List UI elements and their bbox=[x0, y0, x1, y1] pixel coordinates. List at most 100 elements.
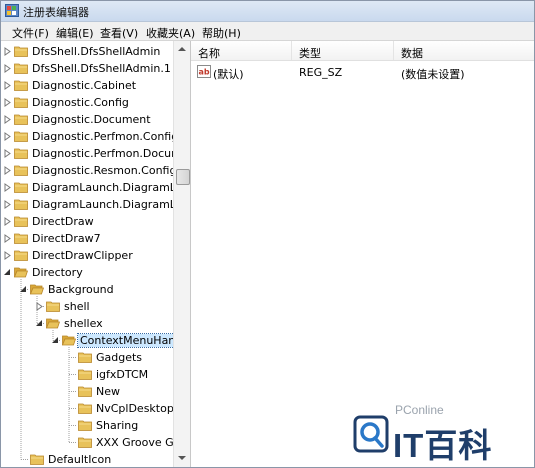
expand-arrow-icon[interactable] bbox=[3, 98, 12, 107]
folder-icon bbox=[14, 114, 28, 125]
folder-open-icon bbox=[46, 318, 60, 329]
tree-item[interactable]: DfsShell.DfsShellAdmin.1 bbox=[1, 60, 173, 77]
title-bar[interactable]: 注册表编辑器 bbox=[1, 1, 534, 22]
tree-item[interactable]: DirectDraw bbox=[1, 213, 173, 230]
tree-item-label: DirectDraw7 bbox=[32, 232, 101, 245]
folder-icon bbox=[14, 80, 28, 91]
menu-help[interactable]: 帮助(H) bbox=[202, 25, 241, 41]
menu-bar: 文件(F) 编辑(E) 查看(V) 收藏夹(A) 帮助(H) bbox=[1, 22, 534, 41]
tree-item[interactable]: DfsShell.DfsShellAdmin bbox=[1, 43, 173, 60]
folder-icon bbox=[46, 301, 60, 312]
tree-item-label: shell bbox=[64, 300, 90, 313]
collapse-arrow-icon[interactable] bbox=[19, 285, 28, 294]
menu-view[interactable]: 查看(V) bbox=[100, 25, 138, 41]
value-row[interactable]: ab (默认) REG_SZ (数值未设置) bbox=[191, 63, 534, 81]
folder-icon bbox=[78, 352, 92, 363]
tree-item[interactable]: Background bbox=[1, 281, 173, 298]
folder-icon bbox=[78, 369, 92, 380]
folder-icon bbox=[14, 233, 28, 244]
tree-item-label: Diagnostic.Perfmon.Docume bbox=[32, 147, 189, 160]
collapse-arrow-icon[interactable] bbox=[3, 268, 12, 277]
header-divider bbox=[191, 60, 534, 61]
tree-item[interactable]: Diagnostic.Document bbox=[1, 111, 173, 128]
tree-item-label: Gadgets bbox=[96, 351, 143, 364]
menu-file[interactable]: 文件(F) bbox=[12, 25, 49, 41]
tree-item-label: DiagramLaunch.DiagramLau bbox=[32, 198, 190, 211]
expand-arrow-icon[interactable] bbox=[3, 81, 12, 90]
tree-item[interactable]: NvCplDesktopC bbox=[1, 400, 182, 417]
watermark-small-text: PConline bbox=[395, 403, 444, 417]
column-header-name[interactable]: 名称 bbox=[191, 41, 292, 60]
window-title: 注册表编辑器 bbox=[23, 6, 89, 19]
menu-edit[interactable]: 编辑(E) bbox=[56, 25, 94, 41]
tree-item[interactable]: DefaultIcon bbox=[1, 451, 173, 467]
tree-item[interactable]: Diagnostic.Cabinet bbox=[1, 77, 173, 94]
tree-item-label: shellex bbox=[64, 317, 103, 330]
expand-arrow-icon[interactable] bbox=[3, 132, 12, 141]
watermark-big-text: IT百科 bbox=[393, 427, 493, 464]
tree-item[interactable]: DirectDraw7 bbox=[1, 230, 173, 247]
tree-item-label: New bbox=[96, 385, 120, 398]
folder-icon bbox=[78, 437, 92, 448]
tree-item[interactable]: New bbox=[1, 383, 173, 400]
folder-icon bbox=[14, 97, 28, 108]
tree-item[interactable]: Diagnostic.Perfmon.Docume bbox=[1, 145, 189, 162]
tree-item[interactable]: igfxDTCM bbox=[1, 366, 173, 383]
folder-icon bbox=[78, 386, 92, 397]
tree-item[interactable]: Diagnostic.Resmon.Config bbox=[1, 162, 176, 179]
expand-arrow-icon[interactable] bbox=[35, 302, 44, 311]
folder-open-icon bbox=[30, 284, 44, 295]
expand-arrow-icon[interactable] bbox=[3, 64, 12, 73]
tree-item[interactable]: Gadgets bbox=[1, 349, 173, 366]
column-header-name-label: 名称 bbox=[198, 47, 220, 60]
folder-icon bbox=[14, 148, 28, 159]
column-header-data[interactable]: 数据 bbox=[394, 41, 534, 60]
scroll-down-arrow-icon[interactable] bbox=[175, 451, 189, 465]
folder-icon bbox=[14, 63, 28, 74]
tree-item[interactable]: shellex bbox=[1, 315, 173, 332]
expand-arrow-icon[interactable] bbox=[3, 217, 12, 226]
pconline-logo-icon bbox=[353, 415, 389, 453]
column-header-data-label: 数据 bbox=[401, 47, 423, 60]
folder-icon bbox=[78, 420, 92, 431]
string-value-icon: ab bbox=[197, 65, 211, 78]
expand-arrow-icon[interactable] bbox=[3, 251, 12, 260]
expand-arrow-icon[interactable] bbox=[3, 149, 12, 158]
tree-item-label: ContextMenuHand bbox=[76, 333, 186, 348]
tree-item-label: NvCplDesktopC bbox=[96, 402, 182, 415]
scroll-up-arrow-icon[interactable] bbox=[175, 42, 189, 56]
expand-arrow-icon[interactable] bbox=[3, 234, 12, 243]
value-list[interactable]: 名称 类型 数据 ab (默认) REG_SZ (数值未设置) PConline bbox=[191, 41, 534, 467]
tree-item[interactable]: Directory bbox=[1, 264, 173, 281]
expand-arrow-icon[interactable] bbox=[3, 47, 12, 56]
expand-arrow-icon[interactable] bbox=[3, 115, 12, 124]
column-header-type[interactable]: 类型 bbox=[292, 41, 394, 60]
tree-item[interactable]: DiagramLaunch.DiagramLau bbox=[1, 179, 190, 196]
expand-arrow-icon[interactable] bbox=[3, 200, 12, 209]
tree-vertical-scrollbar[interactable] bbox=[173, 41, 190, 467]
tree-item[interactable]: XXX Groove GI bbox=[1, 434, 177, 451]
tree-item[interactable]: shell bbox=[1, 298, 173, 315]
tree-item[interactable]: Diagnostic.Config bbox=[1, 94, 173, 111]
menu-favorites[interactable]: 收藏夹(A) bbox=[146, 25, 195, 41]
collapse-arrow-icon[interactable] bbox=[35, 319, 44, 328]
expand-arrow-icon[interactable] bbox=[3, 183, 12, 192]
tree-item[interactable]: DirectDrawClipper bbox=[1, 247, 173, 264]
regedit-icon bbox=[5, 4, 19, 17]
tree-item-label: XXX Groove GI bbox=[96, 436, 177, 449]
tree-item-label: DirectDrawClipper bbox=[32, 249, 133, 262]
folder-icon bbox=[14, 199, 28, 210]
scroll-thumb[interactable] bbox=[176, 169, 190, 185]
registry-tree[interactable]: DfsShell.DfsShellAdmin DfsShell.DfsShellA… bbox=[1, 41, 191, 467]
tree-item-label: Directory bbox=[32, 266, 83, 279]
tree-item[interactable]: DiagramLaunch.DiagramLau bbox=[1, 196, 190, 213]
expand-arrow-icon[interactable] bbox=[3, 166, 12, 175]
collapse-arrow-icon[interactable] bbox=[51, 336, 60, 345]
value-name: (默认) bbox=[213, 68, 244, 81]
tree-item[interactable]: ContextMenuHand bbox=[1, 332, 186, 349]
tree-item[interactable]: Sharing bbox=[1, 417, 173, 434]
pconline-watermark: PConline IT百科 bbox=[353, 393, 523, 464]
folder-icon bbox=[14, 46, 28, 57]
tree-item[interactable]: Diagnostic.Perfmon.Config bbox=[1, 128, 178, 145]
tree-item-label: Diagnostic.Config bbox=[32, 96, 129, 109]
